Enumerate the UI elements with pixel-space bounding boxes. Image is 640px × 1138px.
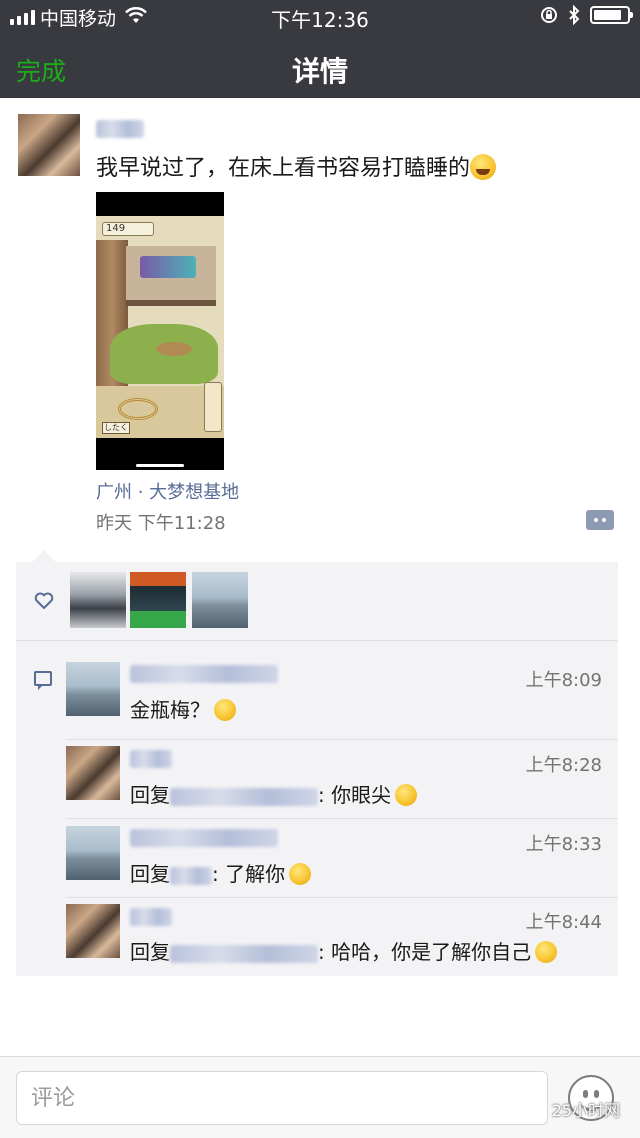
comment-body: 你眼尖 bbox=[331, 783, 392, 807]
wooden-table bbox=[156, 342, 192, 356]
comment-avatar[interactable] bbox=[66, 904, 120, 958]
comment-body: 哈哈，你是了解你自己 bbox=[331, 940, 532, 964]
clover-counter: 149 bbox=[102, 222, 154, 236]
author-avatar[interactable] bbox=[18, 114, 80, 176]
reply-prefix: 回复 bbox=[130, 862, 170, 886]
comment-author[interactable] bbox=[130, 665, 278, 683]
comment-body: 金瓶梅？ bbox=[130, 698, 210, 722]
comment-time: 上午8:28 bbox=[525, 755, 602, 776]
panel-arrow bbox=[32, 550, 56, 562]
comment-input[interactable] bbox=[17, 1072, 547, 1124]
reply-separator: : bbox=[212, 862, 226, 886]
comment-text[interactable]: 金瓶梅？ bbox=[130, 694, 236, 723]
reply-prefix: 回复 bbox=[130, 940, 170, 964]
comment-text[interactable]: 回复: 哈哈，你是了解你自己 bbox=[130, 936, 558, 965]
comment-avatar[interactable] bbox=[66, 662, 120, 716]
status-bar: 中国移动 下午12:36 bbox=[0, 0, 640, 32]
comment-time: 上午8:09 bbox=[525, 670, 602, 691]
post-text: 我早说过了，在床上看书容易打瞌睡的 bbox=[96, 150, 497, 182]
status-right bbox=[540, 5, 633, 25]
comment-bubble-icon bbox=[34, 671, 52, 690]
post-text-content: 我早说过了，在床上看书容易打瞌睡的 bbox=[96, 156, 471, 181]
bed-with-frog bbox=[140, 256, 196, 278]
comment-input-box[interactable] bbox=[16, 1071, 548, 1125]
comment-body: 了解你 bbox=[225, 862, 286, 886]
interaction-panel: 上午8:09 金瓶梅？ 上午8:28 回复: 你眼尖 上午8:33 回复: 了解… bbox=[16, 562, 618, 976]
like-avatar[interactable] bbox=[192, 572, 248, 628]
post-photo[interactable]: 149 したく bbox=[96, 192, 224, 470]
game-screenshot: 149 したく bbox=[96, 216, 224, 438]
like-avatar[interactable] bbox=[130, 572, 186, 628]
comment-avatar[interactable] bbox=[66, 746, 120, 800]
comment-author[interactable] bbox=[130, 908, 172, 926]
home-indicator bbox=[136, 464, 184, 467]
halo-smile-emoji-icon bbox=[289, 863, 312, 885]
rotation-lock-icon bbox=[541, 7, 557, 23]
laughing-tears-emoji-icon bbox=[470, 154, 497, 180]
game-prepare-button: したく bbox=[102, 422, 130, 434]
tree-trunk bbox=[96, 240, 128, 410]
like-avatar[interactable] bbox=[70, 572, 126, 628]
watermark: 25小时网 bbox=[551, 1101, 620, 1120]
bluetooth-icon bbox=[569, 5, 580, 25]
comment-input-bar bbox=[0, 1056, 640, 1138]
game-side-menu bbox=[204, 382, 222, 432]
author-name[interactable] bbox=[96, 120, 144, 138]
reply-separator: : bbox=[318, 783, 332, 807]
top-bar: 中国移动 下午12:36 完成 详情 bbox=[0, 0, 640, 98]
divider bbox=[66, 897, 618, 898]
grimacing-emoji-icon bbox=[535, 941, 558, 963]
more-dots-icon[interactable] bbox=[586, 510, 614, 530]
reply-target-name[interactable] bbox=[170, 944, 318, 963]
reply-target-name[interactable] bbox=[170, 866, 212, 885]
battery-level bbox=[594, 10, 621, 20]
comment-text[interactable]: 回复: 你眼尖 bbox=[130, 779, 418, 808]
post-location[interactable]: 广州 · 大梦想基地 bbox=[96, 478, 239, 504]
rug bbox=[118, 398, 158, 420]
post-time: 昨天 下午11:28 bbox=[96, 513, 226, 534]
comment-time: 上午8:33 bbox=[525, 834, 602, 855]
reply-prefix: 回复 bbox=[130, 783, 170, 807]
grinning-squint-emoji-icon bbox=[395, 784, 418, 806]
comment-time: 上午8:44 bbox=[525, 912, 602, 933]
page-title: 详情 bbox=[291, 55, 348, 88]
divider bbox=[66, 739, 618, 740]
reply-target-name[interactable] bbox=[170, 787, 318, 806]
divider bbox=[16, 640, 618, 641]
comment-author[interactable] bbox=[130, 750, 172, 768]
thinking-emoji-icon bbox=[214, 699, 236, 721]
battery-icon bbox=[590, 6, 633, 24]
heart-outline-icon bbox=[34, 592, 54, 609]
comment-text[interactable]: 回复: 了解你 bbox=[130, 858, 312, 887]
divider bbox=[66, 818, 618, 819]
comment-author[interactable] bbox=[130, 829, 278, 847]
comment-avatar[interactable] bbox=[66, 826, 120, 880]
reply-separator: : bbox=[318, 940, 332, 964]
